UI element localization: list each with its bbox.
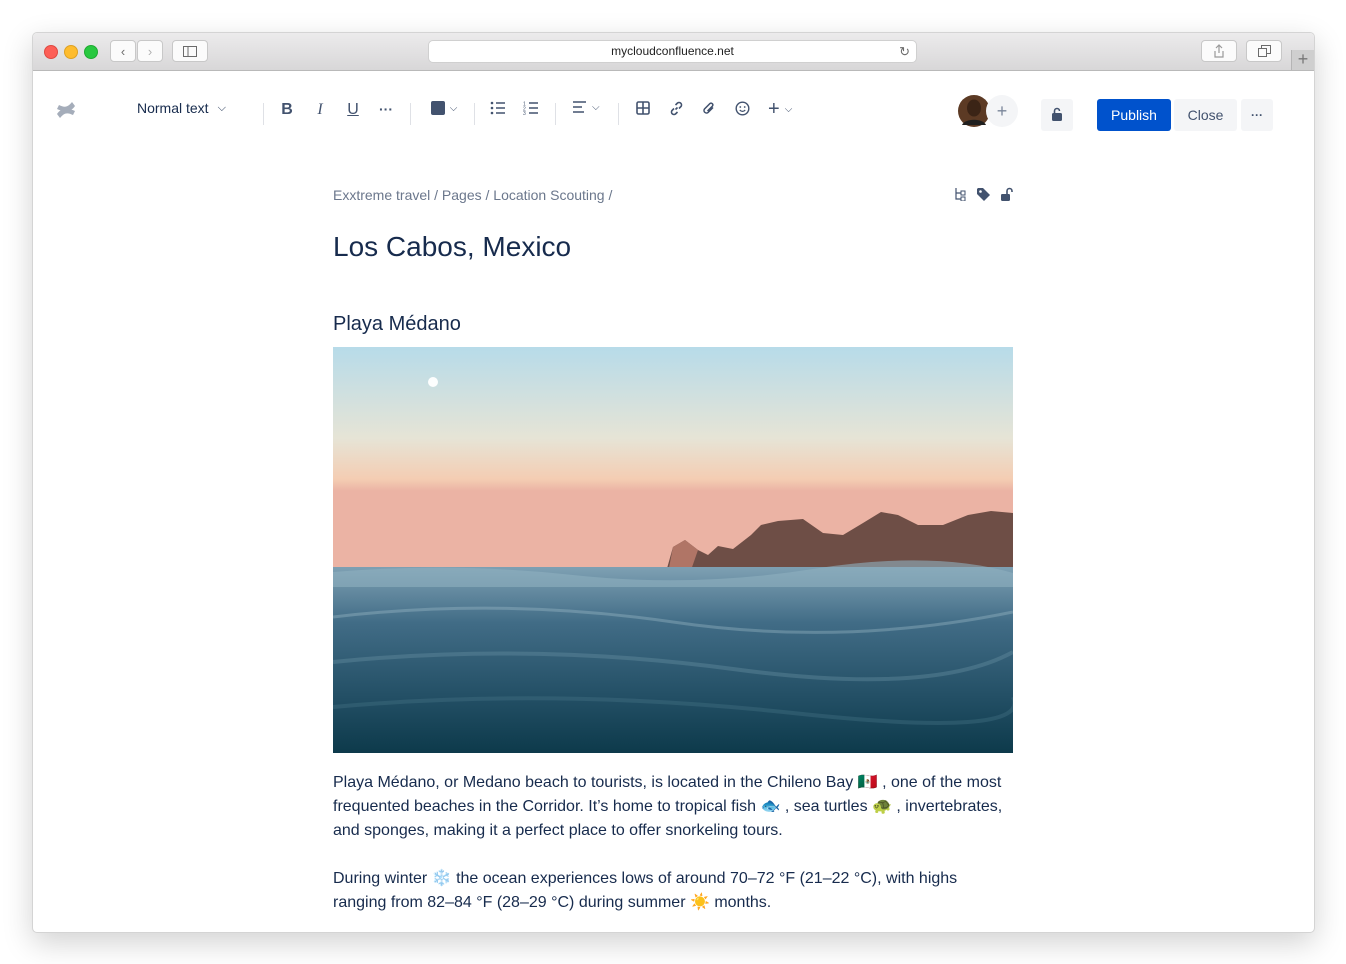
breadcrumb[interactable]: Exxtreme travel / Pages / Location Scout…	[333, 187, 612, 203]
toolbar-divider	[555, 103, 556, 125]
publish-button[interactable]: Publish	[1097, 99, 1171, 131]
sidebar-toggle-button[interactable]	[172, 40, 208, 62]
paragraph[interactable]: During winter ❄️ the ocean experiences l…	[333, 867, 1013, 915]
address-bar[interactable]: mycloudconfluence.net ↻	[428, 40, 917, 63]
tabs-icon	[1257, 45, 1271, 57]
confluence-logo-icon	[57, 102, 75, 118]
toolbar-divider	[263, 103, 264, 125]
link-icon[interactable]	[669, 101, 684, 116]
confluence-logo[interactable]	[55, 99, 77, 121]
back-button[interactable]: ‹	[110, 40, 136, 62]
more-formatting-icon[interactable]: ···	[377, 101, 395, 117]
close-button[interactable]: Close	[1174, 99, 1237, 131]
paragraph[interactable]: Playa Médano, or Medano beach to tourist…	[333, 771, 1013, 843]
text-color-icon[interactable]: ⌵	[428, 101, 460, 115]
emoji-icon[interactable]	[735, 101, 750, 116]
more-actions-button[interactable]: ···	[1241, 99, 1273, 131]
browser-window: ‹ › mycloudconfluence.net ↻ + Normal tex…	[32, 32, 1315, 933]
minimize-window-button[interactable]	[64, 45, 78, 59]
browser-titlebar: ‹ › mycloudconfluence.net ↻ +	[33, 33, 1314, 71]
table-icon[interactable]	[636, 101, 650, 115]
svg-text:3: 3	[523, 111, 526, 115]
close-window-button[interactable]	[44, 45, 58, 59]
page-tree-icon[interactable]	[953, 187, 967, 201]
text-style-dropdown[interactable]: Normal text ⌵	[137, 100, 226, 116]
beach-photo[interactable]	[333, 347, 1013, 753]
editor-toolbar: Normal text ⌵ B I U ··· ⌵ 123 ⌵ + ⌵ + Pu…	[33, 71, 1314, 143]
chevron-down-icon: ⌵	[784, 104, 793, 115]
underline-icon[interactable]: U	[345, 101, 361, 119]
attachment-icon[interactable]	[702, 101, 716, 116]
page-title[interactable]: Los Cabos, Mexico	[333, 231, 571, 263]
label-tag-icon[interactable]	[976, 187, 991, 202]
text-style-label: Normal text	[137, 100, 209, 116]
toolbar-divider	[410, 103, 411, 125]
chevron-left-icon: ‹	[120, 43, 126, 59]
invite-collaborator-button[interactable]: +	[986, 95, 1018, 127]
new-tab-button[interactable]: +	[1291, 50, 1314, 70]
chevron-down-icon: ⌵	[217, 101, 226, 114]
chevron-down-icon: ⌵	[592, 101, 600, 113]
tabs-overview-button[interactable]	[1246, 40, 1282, 62]
page-meta-icons	[953, 187, 1013, 202]
share-button[interactable]	[1201, 40, 1237, 62]
sidebar-icon	[183, 45, 197, 57]
restrictions-button[interactable]	[1041, 99, 1073, 131]
insert-plus-icon[interactable]: + ⌵	[768, 98, 792, 121]
alignment-icon[interactable]: ⌵	[573, 101, 600, 113]
toolbar-divider	[618, 103, 619, 125]
bullet-list-icon[interactable]	[490, 101, 506, 115]
chevron-down-icon: ⌵	[449, 102, 458, 114]
reload-icon[interactable]: ↻	[899, 41, 910, 62]
bold-icon[interactable]: B	[279, 101, 295, 119]
unlock-icon[interactable]	[1000, 187, 1013, 202]
unlock-icon	[1052, 107, 1062, 121]
section-heading[interactable]: Playa Médano	[333, 313, 461, 336]
maximize-window-button[interactable]	[84, 45, 98, 59]
forward-button[interactable]: ›	[137, 40, 163, 62]
chevron-right-icon: ›	[147, 43, 153, 59]
italic-icon[interactable]: I	[312, 101, 328, 119]
toolbar-divider	[474, 103, 475, 125]
url-text: mycloudconfluence.net	[611, 44, 734, 58]
share-icon	[1214, 44, 1224, 58]
numbered-list-icon[interactable]: 123	[523, 101, 539, 115]
